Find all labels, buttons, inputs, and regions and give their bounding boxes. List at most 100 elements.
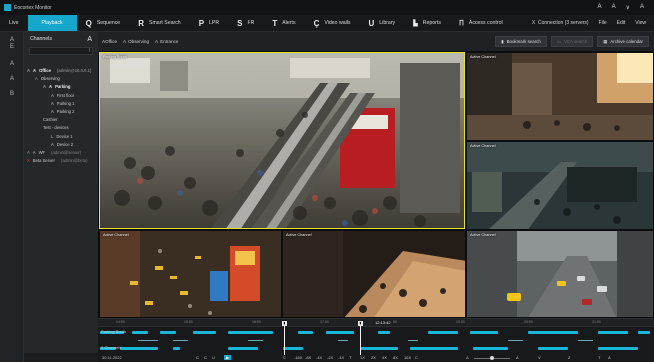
recording-segment[interactable] xyxy=(598,346,638,350)
playhead-icon[interactable]: ▮ xyxy=(358,321,363,326)
close-icon[interactable]: A xyxy=(640,4,644,11)
tree-item[interactable]: X Beta Server (admin@beta) xyxy=(27,157,88,164)
channel-search-input[interactable]: I xyxy=(29,47,93,55)
minimize-icon[interactable]: ∨ xyxy=(626,4,630,11)
vca-search-button[interactable]: ▭ VCA search xyxy=(550,36,594,47)
menu-edit[interactable]: Edit xyxy=(617,20,626,26)
notifications-icon[interactable]: A xyxy=(598,4,602,11)
tab-sequence[interactable]: Q Sequence xyxy=(77,15,130,31)
add-channel-icon[interactable]: A xyxy=(87,36,92,43)
recording-segment[interactable] xyxy=(283,346,303,350)
recording-segment[interactable] xyxy=(132,330,148,334)
speed-option[interactable]: 16X xyxy=(404,355,411,360)
play-icon[interactable]: ▶ xyxy=(224,355,232,360)
tab-video-walls[interactable]: Ç Video walls xyxy=(305,15,360,31)
recording-segment[interactable] xyxy=(228,330,273,334)
recording-segment[interactable] xyxy=(360,346,398,350)
recording-segment[interactable] xyxy=(578,339,593,341)
timeline-row[interactable]: Parking South xyxy=(98,328,654,336)
zoom-out-icon[interactable]: A xyxy=(466,355,469,360)
expand-toggle-icon[interactable]: A xyxy=(43,84,46,89)
tab-reports[interactable]: ▙ Reports xyxy=(404,15,450,31)
archive-calendar-button[interactable]: ▦ Archive calendar xyxy=(597,36,649,47)
recording-segment[interactable] xyxy=(138,339,158,341)
tree-item[interactable]: A A WF (admin@server) xyxy=(27,149,81,156)
recording-segment[interactable] xyxy=(338,339,348,341)
play-reverse-icon[interactable]: C xyxy=(204,355,207,360)
bookmark-flag-icon[interactable]: ▮ xyxy=(282,321,287,326)
recording-segment[interactable] xyxy=(638,330,650,334)
tree-item[interactable]: Cashier xyxy=(43,116,57,123)
zoom-in-icon[interactable]: A xyxy=(516,355,519,360)
menu-view[interactable]: View xyxy=(635,20,646,26)
recording-segment[interactable] xyxy=(173,339,188,341)
tree-item[interactable]: A A Parking xyxy=(43,83,70,90)
speed-option[interactable]: 4X xyxy=(382,355,387,360)
bookmark-search-button[interactable]: ▮ Bookmark search xyxy=(495,36,547,47)
recording-segment[interactable] xyxy=(473,346,508,350)
tab-lpr[interactable]: P LPR xyxy=(190,15,228,31)
video-cell-active-channel[interactable]: Active Channel xyxy=(466,52,654,141)
menu-file[interactable]: File xyxy=(599,20,607,26)
speed-option[interactable]: -16X xyxy=(294,355,302,360)
speed-option[interactable]: C xyxy=(415,355,418,360)
recording-segment[interactable] xyxy=(248,339,263,341)
speed-option[interactable]: T xyxy=(349,355,351,360)
tree-item[interactable]: A A Office (admin@10.0.0.1) xyxy=(27,67,91,74)
tree-item[interactable]: L Device 1 xyxy=(51,133,73,140)
timeline-row[interactable]: 6 Channels xyxy=(98,344,654,352)
filter-icon[interactable]: T xyxy=(598,355,600,360)
recording-segment[interactable] xyxy=(298,330,313,334)
settings-icon[interactable]: Z xyxy=(568,355,570,360)
expand-toggle-icon[interactable]: A xyxy=(27,150,30,155)
maps-icon[interactable]: A xyxy=(0,76,24,82)
speed-option[interactable]: 2X xyxy=(371,355,376,360)
speed-option[interactable]: -2X xyxy=(327,355,333,360)
tree-item[interactable]: A First floor xyxy=(51,92,74,99)
favorites-icon[interactable]: A xyxy=(0,61,24,67)
step-back-icon[interactable]: C xyxy=(196,355,199,360)
connection-status[interactable]: X Connection (3 servers) xyxy=(532,20,589,26)
recording-segment[interactable] xyxy=(470,330,498,334)
zoom-slider-handle[interactable] xyxy=(490,356,494,360)
video-cell-active-channel[interactable]: Active Channel xyxy=(466,141,654,230)
recording-segment[interactable] xyxy=(326,330,354,334)
speed-option[interactable]: -4X xyxy=(316,355,322,360)
expand-toggle-icon[interactable]: A xyxy=(35,76,38,81)
video-cell-active-channel[interactable]: Active Channel xyxy=(99,230,282,318)
speed-option[interactable]: C xyxy=(283,355,286,360)
tab-library[interactable]: U Library xyxy=(360,15,405,31)
speed-option[interactable]: -1X xyxy=(338,355,344,360)
screenshot-icon[interactable]: A xyxy=(608,355,611,360)
recording-segment[interactable] xyxy=(378,330,390,334)
timeline-cursor[interactable] xyxy=(284,322,285,355)
speed-option[interactable]: 1X xyxy=(360,355,365,360)
tab-live[interactable]: Live xyxy=(0,15,28,31)
channels-panel-icon[interactable]: A xyxy=(0,37,24,43)
tree-item[interactable]: Test - devices xyxy=(43,124,69,131)
video-cell-parking-south[interactable]: Parking South xyxy=(99,52,465,229)
recording-segment[interactable] xyxy=(528,330,578,334)
playback-cursor[interactable] xyxy=(360,322,361,355)
recording-segment[interactable] xyxy=(160,330,176,334)
recording-segment[interactable] xyxy=(173,346,180,350)
speed-option[interactable]: -8X xyxy=(305,355,311,360)
expand-toggle-icon[interactable]: A xyxy=(27,68,30,73)
timeline-row[interactable] xyxy=(98,336,654,344)
recording-segment[interactable] xyxy=(193,330,216,334)
recording-segment[interactable] xyxy=(228,346,258,350)
recording-segment[interactable] xyxy=(408,339,418,341)
tree-item[interactable]: A Parking 1 xyxy=(51,100,75,107)
video-cell-active-channel[interactable]: Active Channel xyxy=(282,230,466,318)
video-cell-active-channel[interactable]: Active Channel xyxy=(466,230,654,318)
tree-item[interactable]: A Device 2 xyxy=(51,141,73,148)
recording-segment[interactable] xyxy=(428,330,458,334)
recording-segment[interactable] xyxy=(598,330,628,334)
tab-access-control[interactable]: ∏ Access control xyxy=(450,15,512,31)
tree-item[interactable]: A Parking 2 xyxy=(51,108,75,115)
layouts-icon[interactable]: E xyxy=(0,44,24,50)
tab-alerts[interactable]: T Alerts xyxy=(263,15,304,31)
speed-option[interactable]: 8X xyxy=(393,355,398,360)
breadcrumb-item[interactable]: A Observing xyxy=(123,39,149,44)
user-icon[interactable]: A xyxy=(612,4,616,11)
